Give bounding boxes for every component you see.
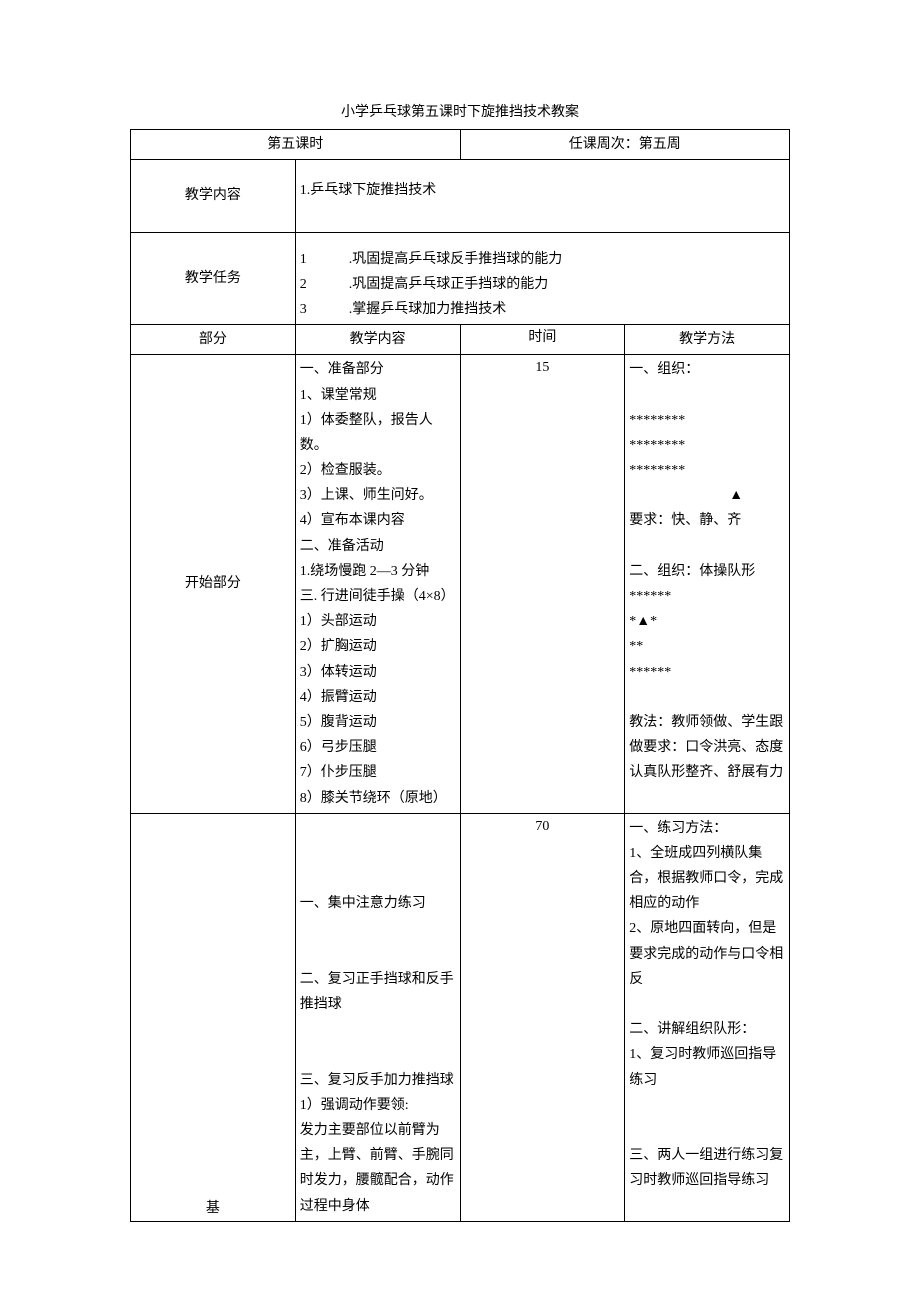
sc-g: 二、准备活动 <box>300 534 456 559</box>
sc-e: 3）上课、师生问好。 <box>300 483 456 508</box>
basic-content: 一、集中注意力练习 二、复习正手挡球和反手推挡球 三、复习反手加力推挡球 1）强… <box>295 813 460 1221</box>
sc-o: 6）弓步压腿 <box>300 735 456 760</box>
task-3: 3 .掌握乒乓球加力推挡技术 <box>300 297 785 322</box>
bc-c: 三、复习反手加力推挡球 <box>300 1068 456 1093</box>
sc-k: 2）扩胸运动 <box>300 634 456 659</box>
task-2: 2 .巩固提高乒乓球正手挡球的能力 <box>300 272 785 297</box>
sm-g2: *▲* <box>629 609 785 634</box>
bm-c: 2、原地四面转向，但是要求完成的动作与口令相反 <box>629 916 785 992</box>
sc-h: 1.绕场慢跑 2—3 分钟 <box>300 559 456 584</box>
teach-task-label: 教学任务 <box>131 232 296 325</box>
sm-g1: ****** <box>629 584 785 609</box>
basic-method: 一、练习方法： 1、全班成四列横队集合，根据教师口令，完成相应的动作 2、原地四… <box>625 813 790 1221</box>
bc-a: 一、集中注意力练习 <box>300 891 456 916</box>
teach-task-cell: 1 .巩固提高乒乓球反手推挡球的能力 2 .巩固提高乒乓球正手挡球的能力 3 .… <box>295 232 789 325</box>
sm-f2: ******** <box>629 433 785 458</box>
sm-c: 二、组织：体操队形 <box>629 559 785 584</box>
sc-f: 4）宣布本课内容 <box>300 508 456 533</box>
sm-d: 教法：教师领做、学生跟做要求：口令洪亮、态度认真队形整齐、舒展有力 <box>629 710 785 786</box>
header-row: 第五课时 任课周次：第五周 <box>131 130 790 160</box>
sc-d: 2）检查服装。 <box>300 458 456 483</box>
start-method: 一、组织： ******** ******** ******** ▲ 要求：快、… <box>625 355 790 813</box>
teach-content-text: 1.乒乓球下旋推挡技术 <box>300 183 437 198</box>
sm-f4: ▲ <box>729 483 785 508</box>
col-method: 教学方法 <box>625 325 790 355</box>
sc-c: 1）体委整队，报告人数。 <box>300 408 456 458</box>
col-time: 时间 <box>460 325 625 355</box>
basic-section-row: 基 一、集中注意力练习 二、复习正手挡球和反手推挡球 三、复习反手加力推挡球 1… <box>131 813 790 1221</box>
bc-d: 1）强调动作要领: <box>300 1093 456 1118</box>
sc-q: 8）膝关节绕环（原地） <box>300 786 456 811</box>
sc-a: 一、准备部分 <box>300 357 456 382</box>
sc-p: 7）仆步压腿 <box>300 760 456 785</box>
task-1: 1 .巩固提高乒乓球反手推挡球的能力 <box>300 247 785 272</box>
bm-a: 一、练习方法： <box>629 816 785 841</box>
col-part: 部分 <box>131 325 296 355</box>
sm-a: 一、组织： <box>629 357 785 382</box>
sm-b: 要求：快、静、齐 <box>629 508 785 533</box>
sc-b: 1、课堂常规 <box>300 383 456 408</box>
sc-m: 4）振臂运动 <box>300 685 456 710</box>
bc-e: 发力主要部位以前臂为主，上臂、前臂、手腕同时发力，腰髋配合，动作过程中身体 <box>300 1118 456 1219</box>
start-section-row: 开始部分 一、准备部分 1、课堂常规 1）体委整队，报告人数。 2）检查服装。 … <box>131 355 790 813</box>
sc-l: 3）体转运动 <box>300 660 456 685</box>
bm-b: 1、全班成四列横队集合，根据教师口令，完成相应的动作 <box>629 841 785 917</box>
teach-task-row: 教学任务 1 .巩固提高乒乓球反手推挡球的能力 2 .巩固提高乒乓球正手挡球的能… <box>131 232 790 325</box>
bm-e: 1、复习时教师巡回指导练习 <box>629 1042 785 1092</box>
start-label: 开始部分 <box>131 355 296 813</box>
bm-f: 三、两人一组进行练习复习时教师巡回指导练习 <box>629 1143 785 1193</box>
sc-j: 1）头部运动 <box>300 609 456 634</box>
sm-f3: ******** <box>629 458 785 483</box>
basic-label: 基 <box>131 813 296 1221</box>
page-title: 小学乒乓球第五课时下旋推挡技术教案 <box>130 100 790 125</box>
teach-content-label: 教学内容 <box>131 160 296 232</box>
start-content: 一、准备部分 1、课堂常规 1）体委整队，报告人数。 2）检查服装。 3）上课、… <box>295 355 460 813</box>
week-cell: 任课周次：第五周 <box>460 130 790 160</box>
lesson-plan-table: 第五课时 任课周次：第五周 教学内容 1.乒乓球下旋推挡技术 教学任务 1 .巩… <box>130 129 790 1222</box>
teach-content-row: 教学内容 1.乒乓球下旋推挡技术 <box>131 160 790 232</box>
sm-g3: ** <box>629 634 785 659</box>
lesson-cell: 第五课时 <box>131 130 461 160</box>
column-header-row: 部分 教学内容 时间 教学方法 <box>131 325 790 355</box>
sm-g4: ****** <box>629 660 785 685</box>
sc-n: 5）腹背运动 <box>300 710 456 735</box>
sc-i: 三. 行进间徒手操（4×8） <box>300 584 456 609</box>
col-content: 教学内容 <box>295 325 460 355</box>
basic-time: 70 <box>460 813 625 1221</box>
start-time: 15 <box>460 355 625 813</box>
bm-d: 二、讲解组织队形： <box>629 1017 785 1042</box>
teach-content-cell: 1.乒乓球下旋推挡技术 <box>295 160 789 232</box>
bc-b: 二、复习正手挡球和反手推挡球 <box>300 967 456 1017</box>
sm-f1: ******** <box>629 408 785 433</box>
